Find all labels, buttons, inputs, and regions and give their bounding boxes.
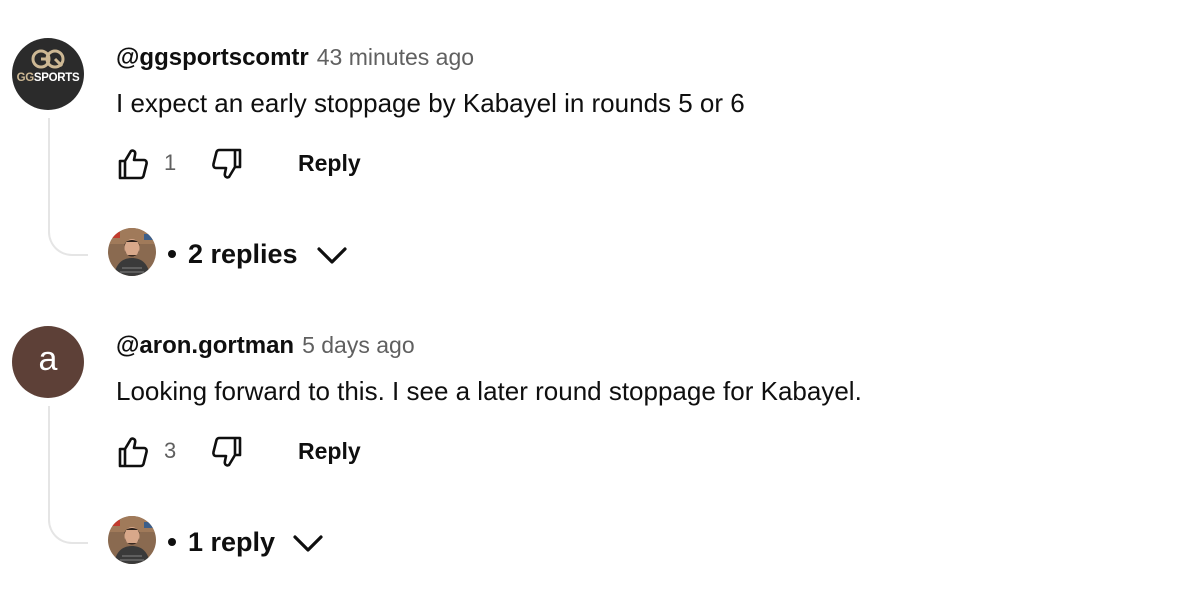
replier-avatar bbox=[108, 228, 156, 276]
thread-connector bbox=[48, 118, 88, 256]
thread-connector bbox=[48, 406, 88, 544]
thumbs-down-icon bbox=[212, 148, 242, 179]
dislike-button[interactable] bbox=[210, 146, 246, 182]
author-name[interactable]: @aron.gortman bbox=[116, 332, 294, 359]
gg-logo-icon bbox=[12, 48, 84, 75]
comment-thread: a @aron.gortman 5 days ago Looking forwar… bbox=[0, 288, 1178, 576]
reply-button[interactable]: Reply bbox=[298, 150, 361, 177]
comment-actions: 1 Reply bbox=[114, 144, 414, 184]
author-name[interactable]: @ggsportscomtr bbox=[116, 44, 309, 71]
like-button[interactable] bbox=[114, 146, 150, 182]
replier-avatar bbox=[108, 516, 156, 564]
reply-button[interactable]: Reply bbox=[298, 438, 361, 465]
replies-count-label: 2 replies bbox=[188, 239, 298, 269]
thumbs-up-icon bbox=[118, 149, 148, 180]
like-button[interactable] bbox=[114, 434, 150, 470]
comment-header: @aron.gortman 5 days ago bbox=[116, 332, 415, 360]
avatar-letter: a bbox=[38, 340, 58, 378]
separator-dot bbox=[168, 538, 176, 546]
comment-header: @ggsportscomtr 43 minutes ago bbox=[116, 44, 474, 72]
chevron-down-icon bbox=[317, 247, 347, 264]
like-count: 1 bbox=[164, 150, 177, 175]
thumbs-down-icon bbox=[212, 436, 242, 467]
separator-dot bbox=[168, 250, 176, 258]
comment-text: Looking forward to this. I see a later r… bbox=[116, 376, 862, 406]
like-count: 3 bbox=[164, 438, 177, 463]
avatar-logo-text: GGSPORTS bbox=[16, 72, 80, 84]
comment-timestamp[interactable]: 43 minutes ago bbox=[317, 44, 474, 70]
thumbs-up-icon bbox=[118, 437, 148, 468]
comment-actions: 3 Reply bbox=[114, 432, 414, 472]
dislike-button[interactable] bbox=[210, 434, 246, 470]
comment-timestamp[interactable]: 5 days ago bbox=[302, 332, 415, 358]
author-avatar[interactable]: GGSPORTS bbox=[12, 38, 84, 110]
comment-text: I expect an early stoppage by Kabayel in… bbox=[116, 88, 745, 118]
chevron-down-icon bbox=[293, 535, 323, 552]
author-avatar[interactable]: a bbox=[12, 326, 84, 398]
replies-count-label: 1 reply bbox=[188, 527, 276, 557]
comment-thread: GGSPORTS @ggsportscomtr 43 minutes ago I … bbox=[0, 0, 1178, 288]
